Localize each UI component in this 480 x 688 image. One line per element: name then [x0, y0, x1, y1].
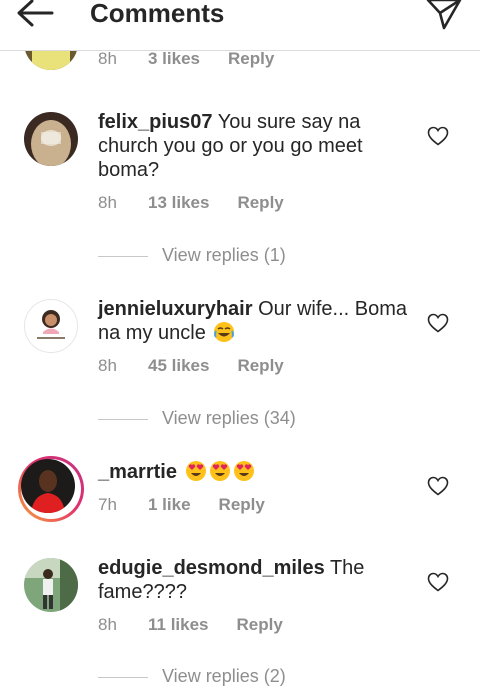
- avatar[interactable]: [24, 112, 78, 166]
- view-replies-label: View replies (1): [162, 245, 286, 265]
- comment-text: jennieluxuryhair Our wife... Boma na my …: [98, 297, 414, 345]
- replies-divider: [98, 418, 148, 420]
- heart-icon: [427, 476, 449, 496]
- paper-plane-icon: [426, 0, 462, 30]
- heart-eyes-emoji-icon: [185, 461, 206, 481]
- comment-text: felix_pius07 You sure say na church you …: [98, 110, 414, 182]
- comment-meta: 8h 45 likes Reply: [98, 356, 284, 376]
- reply-button[interactable]: Reply: [237, 356, 283, 376]
- reply-button[interactable]: Reply: [237, 615, 283, 635]
- comment-username[interactable]: _marrtie: [98, 461, 177, 483]
- comment-meta: 7h 1 like Reply: [98, 495, 265, 515]
- reply-button[interactable]: Reply: [228, 49, 274, 69]
- comment-username[interactable]: felix_pius07: [98, 111, 213, 133]
- replies-divider: [98, 255, 148, 257]
- page-title: Comments: [90, 0, 225, 28]
- back-button[interactable]: [12, 0, 58, 32]
- arrow-left-icon: [17, 0, 54, 27]
- like-button[interactable]: [427, 572, 449, 592]
- comment-time: 8h: [98, 49, 117, 68]
- view-replies-button[interactable]: View replies (2): [98, 664, 286, 688]
- like-button[interactable]: [427, 476, 449, 496]
- heart-icon: [427, 126, 449, 146]
- comment-time: 8h: [98, 356, 117, 375]
- top-bar: Comments: [0, 0, 480, 51]
- comment-text: edugie_desmond_miles The fame????: [98, 556, 414, 604]
- like-count[interactable]: 11 likes: [148, 615, 209, 635]
- comment-meta: 8h 13 likes Reply: [98, 193, 284, 213]
- view-replies-button[interactable]: View replies (34): [98, 406, 296, 430]
- replies-divider: [98, 676, 148, 678]
- heart-icon: [427, 572, 449, 592]
- view-replies-button[interactable]: View replies (1): [98, 243, 286, 267]
- comment-meta: 8h 3 likes Reply: [98, 49, 274, 69]
- view-replies-label: View replies (34): [162, 408, 296, 428]
- view-replies-label: View replies (2): [162, 666, 286, 686]
- like-count[interactable]: 13 likes: [148, 193, 209, 213]
- comment-username[interactable]: edugie_desmond_miles: [98, 557, 325, 579]
- avatar: [21, 459, 75, 513]
- heart-icon: [427, 313, 449, 333]
- story-ring[interactable]: [18, 456, 84, 522]
- like-count[interactable]: 3 likes: [148, 49, 200, 69]
- heart-eyes-emoji-icon: [209, 461, 230, 481]
- comment-meta: 8h 11 likes Reply: [98, 615, 283, 635]
- like-count[interactable]: 45 likes: [148, 356, 209, 376]
- comment-time: 7h: [98, 495, 117, 514]
- joy-emoji-icon: [214, 322, 235, 342]
- comment-time: 8h: [98, 193, 117, 212]
- avatar[interactable]: [24, 299, 78, 353]
- comment-text: _marrtie: [98, 460, 414, 484]
- reply-button[interactable]: Reply: [237, 193, 283, 213]
- avatar[interactable]: [24, 558, 78, 612]
- heart-eyes-emoji-icon: [233, 461, 254, 481]
- share-button[interactable]: [424, 0, 464, 30]
- like-button[interactable]: [427, 313, 449, 333]
- like-count[interactable]: 1 like: [148, 495, 191, 515]
- like-button[interactable]: [427, 126, 449, 146]
- comment-time: 8h: [98, 615, 117, 634]
- reply-button[interactable]: Reply: [219, 495, 265, 515]
- comment-username[interactable]: jennieluxuryhair: [98, 298, 253, 320]
